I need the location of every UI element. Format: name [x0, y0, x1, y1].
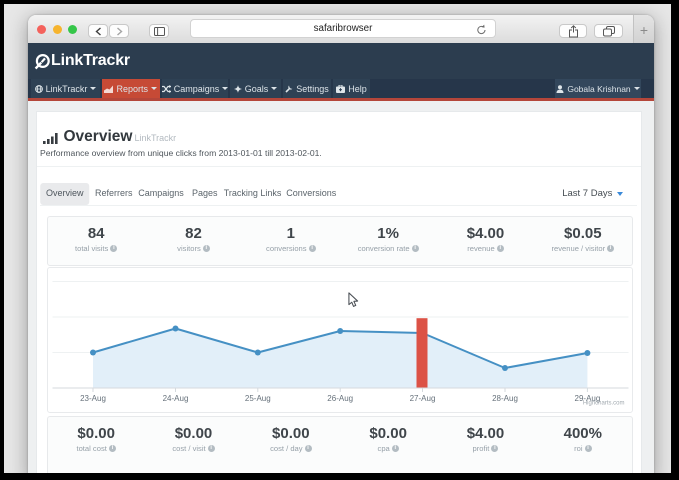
svg-text:23-Aug: 23-Aug: [80, 394, 106, 403]
svg-text:25-Aug: 25-Aug: [244, 394, 270, 403]
svg-text:28-Aug: 28-Aug: [492, 394, 518, 403]
svg-text:26-Aug: 26-Aug: [327, 394, 353, 403]
svg-text:24-Aug: 24-Aug: [162, 394, 188, 403]
svg-text:Highcharts.com: Highcharts.com: [582, 400, 624, 406]
svg-text:27-Aug: 27-Aug: [409, 394, 435, 403]
